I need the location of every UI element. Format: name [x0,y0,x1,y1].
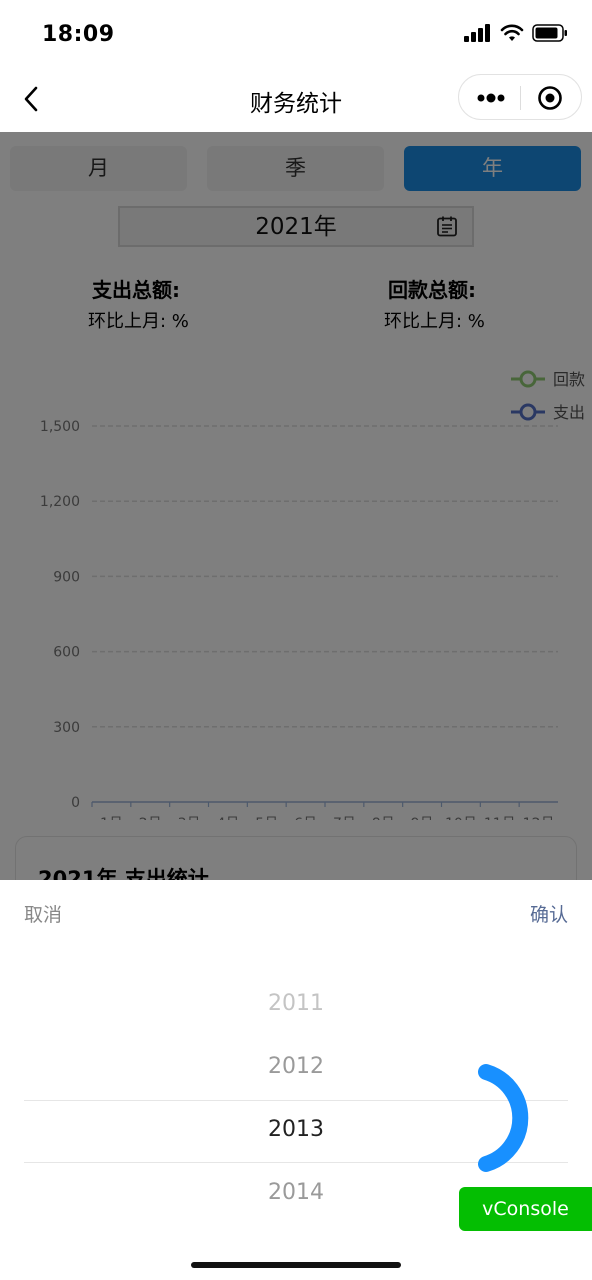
miniprogram-capsule [458,74,582,120]
cancel-button[interactable]: 取消 [24,900,62,927]
home-indicator [191,1262,401,1268]
wifi-icon [500,24,524,41]
cellular-signal-icon [464,24,490,42]
vconsole-button[interactable]: vConsole [459,1187,592,1231]
more-icon[interactable] [477,89,505,107]
status-bar: 18:09 [0,0,592,70]
close-miniprogram-icon[interactable] [537,85,563,111]
confirm-button[interactable]: 确认 [530,900,568,927]
status-time: 18:09 [42,22,115,47]
year-picker-sheet: 取消 确认 2011 2012 2013 2014 vConsole [0,880,592,1280]
loading-spinner-icon [478,1064,529,1172]
status-icons [464,24,568,42]
picker-item[interactable]: 2011 [0,991,592,1016]
modal-overlay[interactable] [0,132,592,880]
nav-bar: 财务统计 [0,70,592,132]
capsule-divider [520,86,521,110]
battery-icon [532,24,567,42]
